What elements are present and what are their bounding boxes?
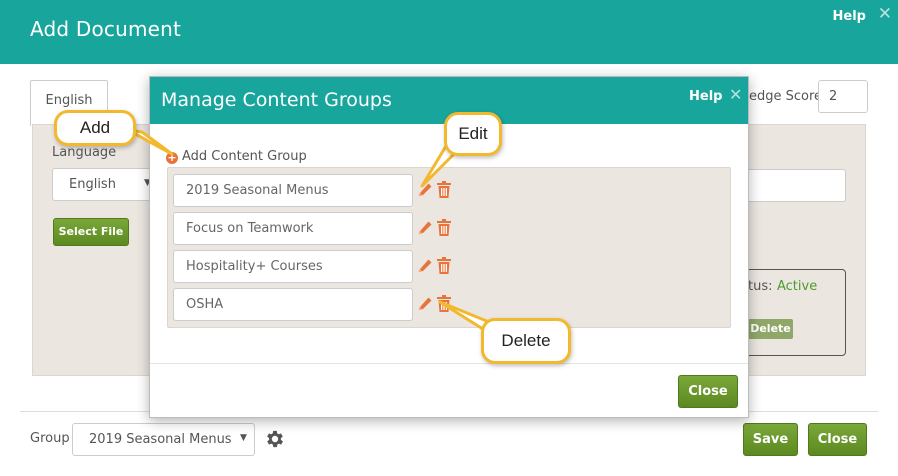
list-item: Focus on Teamwork (173, 212, 733, 245)
trash-icon[interactable] (437, 219, 451, 236)
pencil-icon[interactable] (417, 296, 433, 312)
content-group-name-field[interactable]: Focus on Teamwork (173, 212, 413, 245)
content-group-name-field[interactable]: 2019 Seasonal Menus (173, 174, 413, 207)
outer-close-icon[interactable]: ✕ (878, 4, 892, 24)
group-select[interactable]: 2019 Seasonal Menus (72, 423, 255, 456)
knowledge-score-label: edge Score (749, 89, 823, 104)
knowledge-score-input[interactable]: 2 (818, 80, 868, 113)
content-group-name-field[interactable]: OSHA (173, 288, 413, 321)
status-label: tus: (748, 279, 773, 294)
pencil-icon[interactable] (417, 220, 433, 236)
select-file-button[interactable]: Select File (53, 218, 129, 246)
modal-close-icon[interactable]: ✕ (729, 85, 742, 104)
chevron-down-icon: ▼ (240, 433, 247, 443)
modal-close-button[interactable]: Close (678, 375, 738, 408)
modal-footer-divider (150, 363, 748, 364)
close-button[interactable]: Close (808, 423, 867, 456)
language-label: Language (52, 145, 117, 160)
document-name-input[interactable] (740, 169, 846, 202)
outer-dialog-title: Add Document (30, 17, 182, 41)
language-select[interactable]: English (52, 168, 158, 201)
group-label: Group (30, 431, 70, 446)
add-content-group-label: Add Content Group (182, 149, 307, 164)
add-content-group-link[interactable]: + Add Content Group (166, 149, 307, 164)
pencil-icon[interactable] (417, 258, 433, 274)
outer-help-link[interactable]: Help (833, 9, 866, 24)
edit-callout: Edit (444, 112, 502, 156)
modal-title: Manage Content Groups (161, 89, 392, 111)
add-callout: Add (54, 110, 136, 146)
content-group-name-field[interactable]: Hospitality+ Courses (173, 250, 413, 283)
delete-callout: Delete (481, 318, 571, 364)
save-button[interactable]: Save (743, 423, 798, 456)
list-item: Hospitality+ Courses (173, 250, 733, 283)
modal-help-link[interactable]: Help (689, 89, 722, 104)
outer-dialog-header: Add Document Help ✕ (0, 0, 898, 64)
gear-icon[interactable] (264, 428, 286, 450)
status-value: Active (777, 279, 818, 294)
trash-icon[interactable] (437, 257, 451, 274)
delete-document-button[interactable]: Delete (748, 319, 793, 339)
